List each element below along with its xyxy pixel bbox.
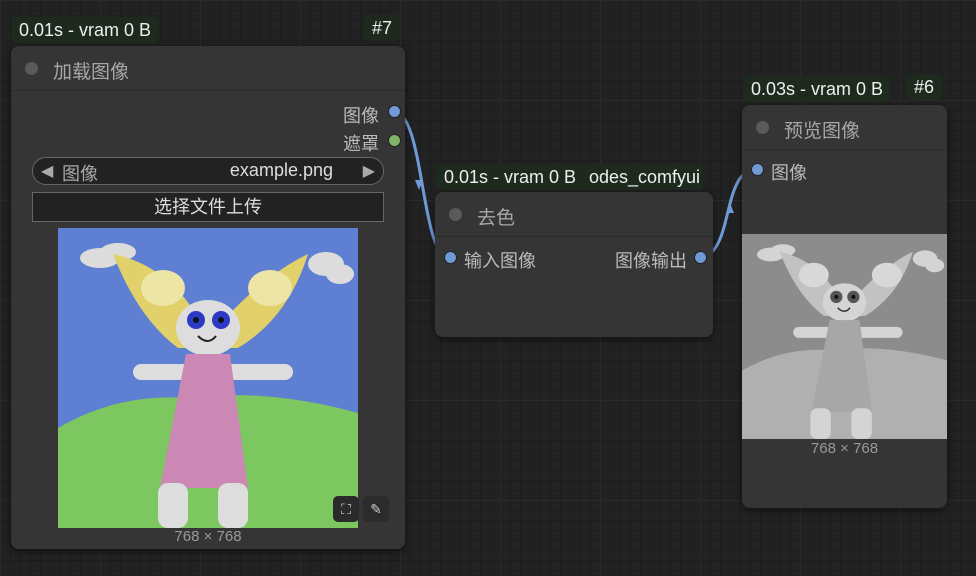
- node-title-bar[interactable]: 预览图像: [742, 105, 947, 150]
- collapse-dot-icon[interactable]: [756, 121, 769, 134]
- image-preview: [58, 228, 358, 528]
- node-id-badge: #7: [364, 15, 401, 41]
- input-port-image[interactable]: [751, 163, 764, 176]
- node-title: 加载图像: [53, 62, 130, 83]
- node-title-bar[interactable]: 加载图像: [11, 46, 405, 91]
- upload-button[interactable]: 选择文件上传: [32, 192, 384, 222]
- desaturate-node[interactable]: 去色 输入图像 图像输出: [435, 192, 713, 337]
- output-label-image: 图像输出: [615, 251, 687, 271]
- load-image-node[interactable]: 加载图像 图像 遮罩 ◀ 图像 example.png ▶ 选择文件上传 ⛶ ✎…: [11, 46, 405, 549]
- output-label-mask: 遮罩: [343, 134, 379, 154]
- node-title: 去色: [477, 208, 516, 229]
- node-id-badge: #6: [906, 74, 943, 100]
- widget-value: example.png: [229, 160, 333, 180]
- collapse-dot-icon[interactable]: [25, 62, 38, 75]
- timing-text: 0.01s - vram 0 B: [444, 167, 577, 187]
- input-label-image: 输入图像: [464, 251, 536, 271]
- timing-badge: 0.01s - vram 0 B: [11, 17, 160, 43]
- input-label-image: 图像: [771, 163, 807, 183]
- output-port-image[interactable]: [694, 251, 707, 264]
- mask-editor-icon[interactable]: ⛶: [333, 496, 359, 522]
- output-port-mask[interactable]: [388, 134, 401, 147]
- timing-badge: 0.03s - vram 0 B: [743, 76, 892, 102]
- output-label-image: 图像: [343, 106, 379, 126]
- image-dimensions: 768 × 768: [174, 528, 242, 545]
- arrow-right-icon[interactable]: ▶: [363, 161, 375, 181]
- collapse-dot-icon[interactable]: [449, 208, 462, 221]
- node-title-bar[interactable]: 去色: [435, 192, 713, 237]
- widget-label: 图像: [62, 164, 98, 184]
- timing-badge: 0.01s - vram 0 B odes_comfyui: [436, 164, 703, 190]
- preview-output-image: [742, 234, 947, 439]
- node-title: 预览图像: [784, 121, 861, 142]
- module-name: odes_comfyui: [589, 167, 701, 187]
- image-dimensions: 768 × 768: [810, 440, 879, 457]
- preview-image-node[interactable]: 预览图像 图像 768 × 768: [742, 105, 947, 508]
- output-port-image[interactable]: [388, 105, 401, 118]
- image-annotate-icon[interactable]: ✎: [363, 496, 389, 522]
- image-combo-widget[interactable]: ◀ 图像 example.png ▶: [32, 157, 384, 185]
- arrow-left-icon[interactable]: ◀: [41, 161, 53, 181]
- link-arrow: [726, 203, 734, 213]
- input-port-image[interactable]: [444, 251, 457, 264]
